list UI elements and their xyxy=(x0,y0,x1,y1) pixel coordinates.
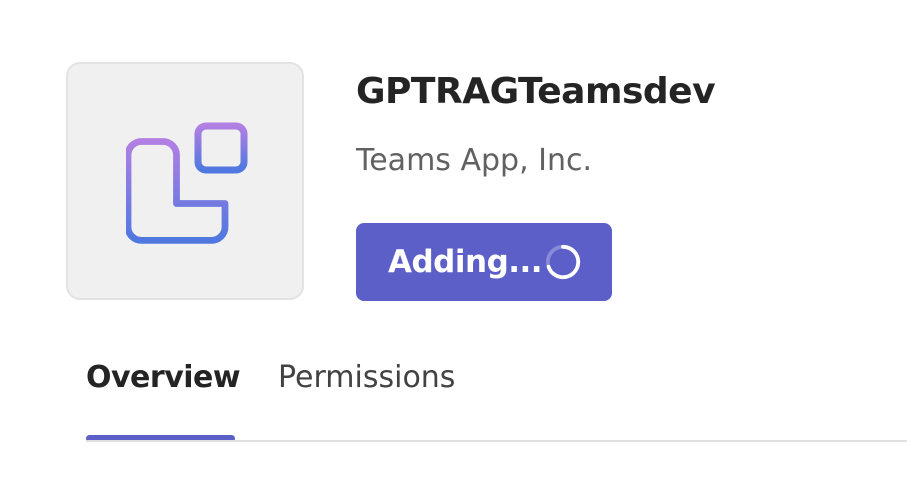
add-button[interactable]: Adding... xyxy=(356,223,612,301)
tab-overview[interactable]: Overview xyxy=(86,350,241,442)
tab-list: Overview Permissions xyxy=(86,350,455,442)
app-icon-tile xyxy=(66,62,304,300)
apps-grid-icon xyxy=(126,122,248,244)
loading-spinner-icon xyxy=(545,244,581,280)
tab-permissions-label: Permissions xyxy=(278,360,456,395)
tab-overview-label: Overview xyxy=(86,360,241,395)
tabs-divider xyxy=(86,440,907,442)
app-name: GPTRAGTeamsdev xyxy=(356,71,716,112)
publisher-name: Teams App, Inc. xyxy=(356,143,593,178)
tab-permissions[interactable]: Permissions xyxy=(278,350,455,442)
add-button-label: Adding... xyxy=(388,244,543,280)
